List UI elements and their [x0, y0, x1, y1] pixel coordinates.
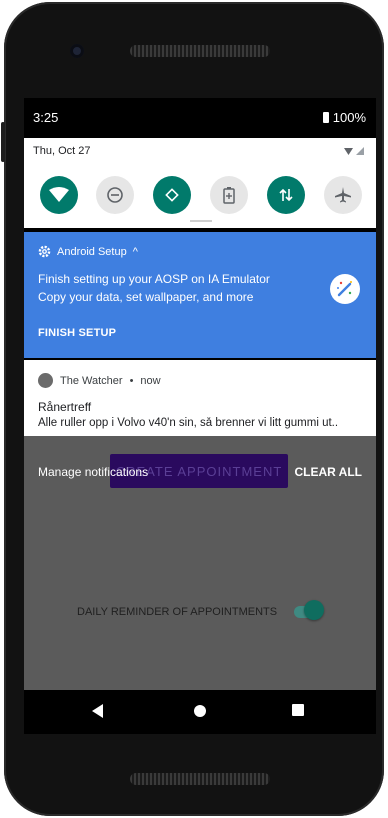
back-icon[interactable]: [92, 704, 104, 718]
navigation-bar: [24, 690, 376, 734]
quick-settings-panel: Thu, Oct 27: [24, 138, 376, 228]
notification-title: Finish setting up your AOSP on IA Emulat…: [38, 272, 270, 286]
setup-wand-icon: [330, 274, 360, 304]
home-icon[interactable]: [193, 704, 207, 718]
mobile-data-icon: [279, 188, 293, 202]
drag-handle[interactable]: [190, 220, 212, 222]
app-icon: [38, 373, 53, 388]
mobile-data-tile[interactable]: [267, 176, 305, 214]
reminder-label: DAILY REMINDER OF APPOINTMENTS: [77, 606, 278, 618]
airplane-tile[interactable]: [324, 176, 362, 214]
notification-app-name: Android Setup: [57, 245, 127, 258]
side-button: [1, 122, 5, 162]
battery-indicator: 100%: [322, 110, 366, 125]
qs-date: Thu, Oct 27: [33, 145, 91, 157]
battery-percent: 100%: [332, 110, 366, 125]
notification-header: The Watcher • now: [38, 373, 161, 388]
auto-rotate-tile[interactable]: [153, 176, 191, 214]
top-speaker: [130, 45, 270, 57]
status-bar: 3:25 100%: [24, 98, 376, 136]
bottom-speaker: [130, 773, 270, 785]
battery-icon: [322, 112, 329, 123]
notification-header: Android Setup ^: [38, 245, 138, 258]
status-time: 3:25: [33, 110, 59, 125]
notification-app-name: The Watcher: [60, 374, 123, 387]
quick-tiles: [40, 176, 366, 216]
clear-all-button[interactable]: CLEAR ALL: [294, 465, 362, 479]
do-not-disturb-icon: [107, 187, 123, 203]
wifi-tile[interactable]: [40, 176, 78, 214]
separator: •: [129, 374, 134, 387]
wifi-signal-icon: [344, 147, 364, 155]
reminder-switch-thumb[interactable]: [304, 600, 324, 620]
app-background: CREATE APPOINTMENT Manage notifications …: [24, 436, 376, 690]
notification-title: Rånertreff: [38, 400, 92, 414]
manage-notifications-button[interactable]: Manage notifications: [38, 465, 148, 479]
watcher-notification[interactable]: The Watcher • now Rånertreff Alle ruller…: [24, 360, 376, 436]
android-setup-notification[interactable]: Android Setup ^ Finish setting up your A…: [24, 232, 376, 358]
chevron-up-icon[interactable]: ^: [133, 246, 138, 258]
finish-setup-button[interactable]: FINISH SETUP: [38, 327, 116, 339]
battery-saver-icon: [223, 187, 235, 204]
notification-text: Copy your data, set wallpaper, and more: [38, 290, 254, 304]
gear-icon: [38, 245, 51, 258]
wifi-icon: [49, 187, 69, 202]
auto-rotate-icon: [165, 188, 179, 202]
notification-time: now: [140, 374, 161, 387]
notification-text: Alle ruller opp i Volvo v40'n sin, så br…: [38, 417, 339, 429]
battery-saver-tile[interactable]: [210, 176, 248, 214]
screen: 3:25 100% Thu, Oct 27 Android Setup ^ Fi…: [24, 98, 376, 690]
front-camera: [70, 44, 84, 58]
dnd-tile[interactable]: [96, 176, 134, 214]
recents-icon[interactable]: [292, 704, 304, 716]
airplane-mode-icon: [335, 187, 351, 203]
